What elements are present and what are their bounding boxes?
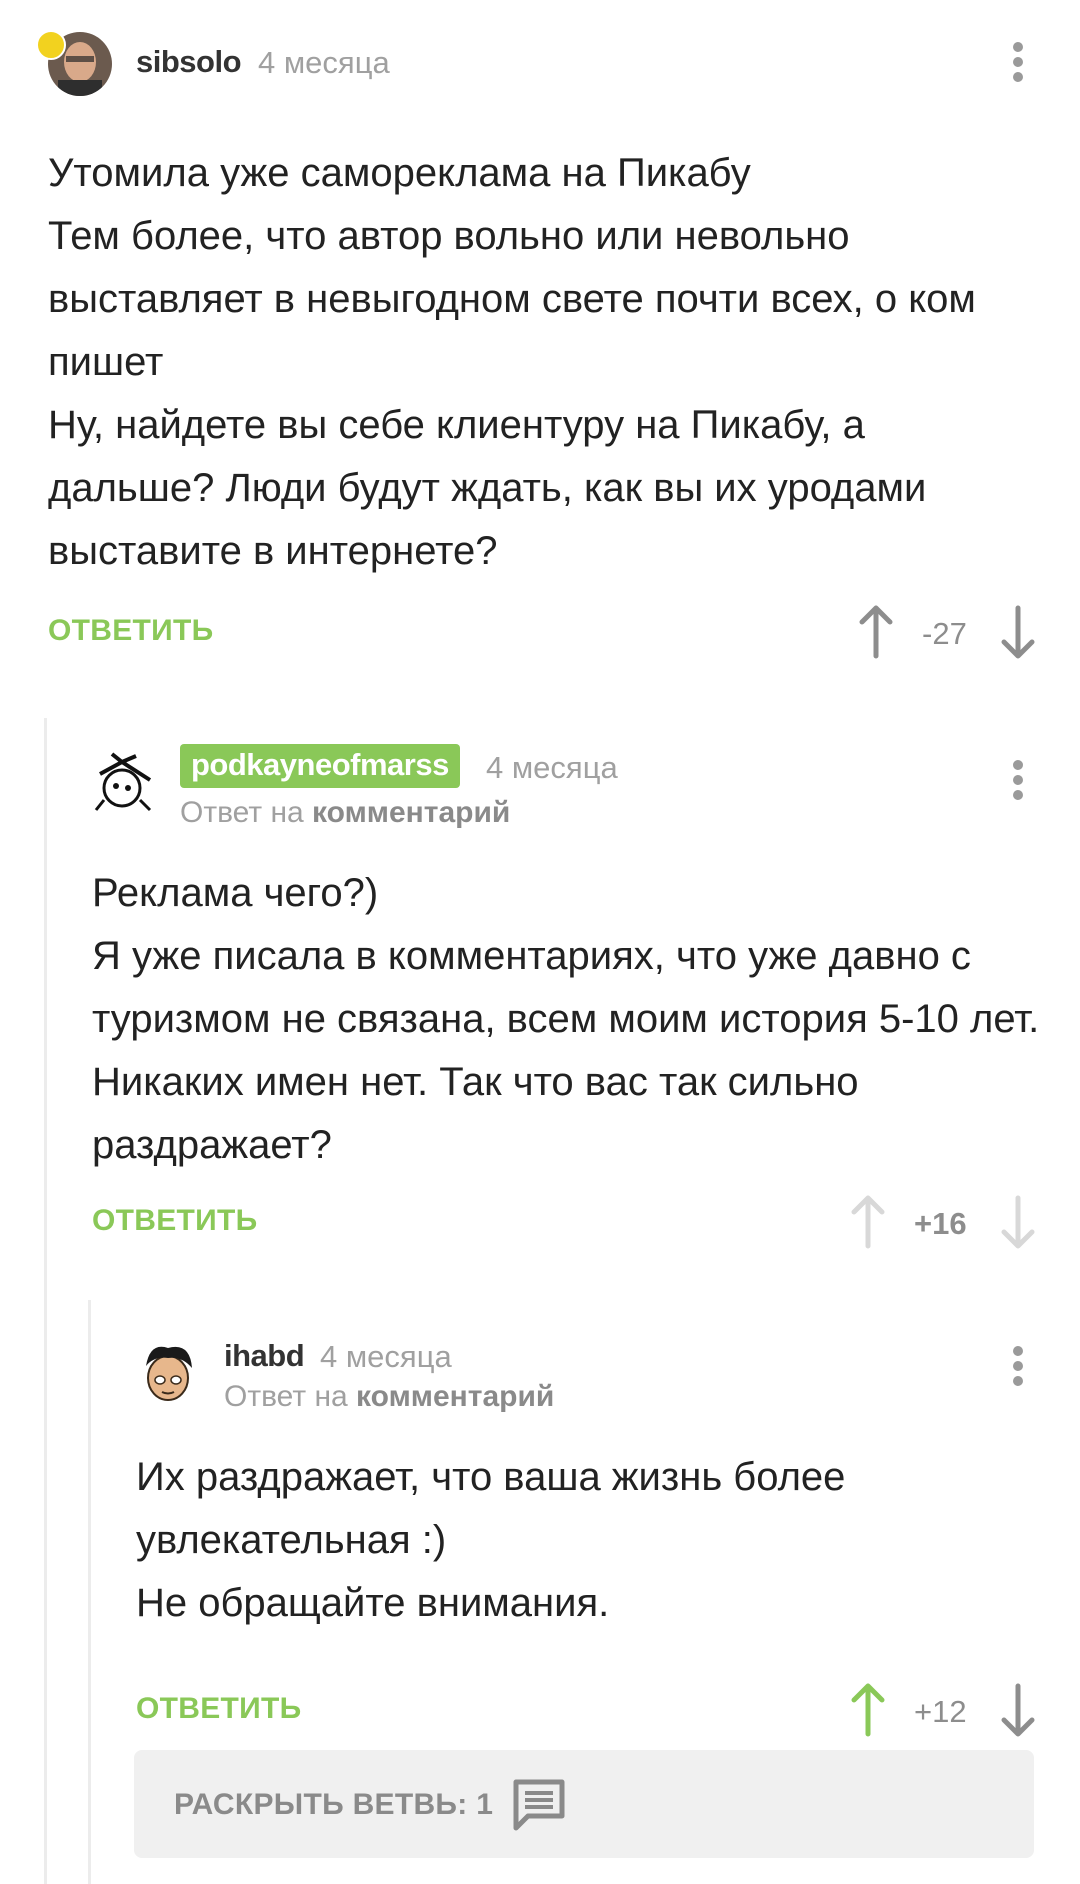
avatar[interactable] — [92, 750, 156, 814]
upvote-arrow-icon[interactable] — [856, 604, 896, 660]
reply-to-link[interactable]: Ответ на комментарий — [224, 1380, 554, 1414]
comment-icon — [510, 1776, 568, 1834]
comment-reply: podkayneofmarss 4 месяца Ответ на коммен… — [44, 718, 1080, 1278]
avatar[interactable] — [136, 1340, 200, 1404]
reply-to-prefix: Ответ на — [224, 1380, 348, 1413]
username[interactable]: ihabd — [224, 1338, 305, 1374]
reply-button[interactable]: ОТВЕТИТЬ — [92, 1204, 258, 1238]
expand-branch-label: РАСКРЫТЬ ВЕТВЬ: 1 — [174, 1788, 494, 1821]
comment: sibsolo 4 месяца Утомила уже самореклама… — [0, 0, 1080, 680]
more-options-icon[interactable] — [1008, 1346, 1028, 1396]
expand-branch-button[interactable]: РАСКРЫТЬ ВЕТВЬ: 1 — [134, 1750, 1034, 1858]
timestamp: 4 месяца — [320, 1339, 452, 1374]
more-options-icon[interactable] — [1008, 760, 1028, 810]
downvote-arrow-icon[interactable] — [998, 604, 1038, 660]
vote-score: +16 — [914, 1206, 967, 1241]
downvote-arrow-icon[interactable] — [998, 1682, 1038, 1738]
comment-text: Утомила уже самореклама на Пикабу Тем бо… — [48, 151, 976, 573]
comment-text: Их раздражает, что ваша жизнь более увле… — [136, 1455, 846, 1625]
reply-to-comment-link[interactable]: комментарий — [356, 1380, 554, 1413]
downvote-arrow-icon — [998, 1194, 1038, 1250]
vote-score: -27 — [922, 616, 967, 651]
reply-to-comment-link[interactable]: комментарий — [312, 796, 510, 829]
username[interactable]: sibsolo — [136, 44, 242, 80]
timestamp: 4 месяца — [486, 750, 618, 785]
timestamp: 4 месяца — [258, 45, 390, 80]
vote-score: +12 — [914, 1694, 967, 1729]
reply-button[interactable]: ОТВЕТИТЬ — [48, 614, 214, 648]
comment-reply: ihabd 4 месяца Ответ на комментарий Их р… — [88, 1300, 1080, 1740]
username-badge[interactable]: podkayneofmarss — [180, 744, 460, 788]
reply-to-prefix: Ответ на — [180, 796, 304, 829]
reply-button[interactable]: ОТВЕТИТЬ — [136, 1692, 302, 1726]
comment-text: Реклама чего?) Я уже писала в комментари… — [92, 871, 1040, 1167]
upvote-arrow-icon[interactable] — [848, 1682, 888, 1738]
pinned-badge-icon — [36, 30, 66, 60]
upvote-arrow-icon — [848, 1194, 888, 1250]
more-options-icon[interactable] — [1008, 42, 1028, 92]
reply-to-link[interactable]: Ответ на комментарий — [180, 796, 510, 830]
